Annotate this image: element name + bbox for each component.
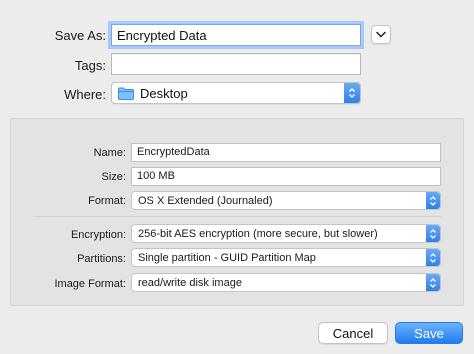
tags-field[interactable] xyxy=(111,53,361,75)
chevron-down-icon xyxy=(376,31,386,38)
where-value: Desktop xyxy=(140,85,188,101)
popup-stepper-icon xyxy=(426,274,440,291)
format-label: Format: xyxy=(88,195,126,207)
partitions-value: Single partition - GUID Partition Map xyxy=(138,251,316,264)
section-divider xyxy=(33,216,441,217)
name-label: Name: xyxy=(93,147,126,159)
size-field[interactable]: 100 MB xyxy=(131,167,441,186)
image-format-popup[interactable]: read/write disk image xyxy=(131,273,441,292)
size-label: Size: xyxy=(101,171,126,183)
partitions-label: Partitions: xyxy=(77,253,126,265)
save-button[interactable]: Save xyxy=(395,322,463,344)
popup-stepper-icon xyxy=(344,83,360,103)
encryption-value: 256-bit AES encryption (more secure, but… xyxy=(138,227,378,240)
where-label: Where: xyxy=(64,87,106,102)
popup-stepper-icon xyxy=(426,249,440,266)
partitions-popup[interactable]: Single partition - GUID Partition Map xyxy=(131,248,441,267)
format-value: OS X Extended (Journaled) xyxy=(138,194,273,207)
where-popup[interactable]: Desktop xyxy=(111,82,361,104)
image-format-label: Image Format: xyxy=(54,278,126,290)
folder-icon xyxy=(118,87,134,100)
save-as-label: Save As: xyxy=(54,28,106,43)
encryption-popup[interactable]: 256-bit AES encryption (more secure, but… xyxy=(131,224,441,243)
popup-stepper-icon xyxy=(426,192,440,209)
name-field[interactable]: EncryptedData xyxy=(131,143,441,162)
save-as-field[interactable]: Encrypted Data xyxy=(111,24,361,46)
tags-label: Tags: xyxy=(74,58,106,73)
popup-stepper-icon xyxy=(426,225,440,242)
encryption-label: Encryption: xyxy=(70,229,126,241)
format-popup[interactable]: OS X Extended (Journaled) xyxy=(131,191,441,210)
image-format-value: read/write disk image xyxy=(138,276,242,289)
cancel-button[interactable]: Cancel xyxy=(318,322,388,344)
expand-dialog-button[interactable] xyxy=(371,25,391,44)
